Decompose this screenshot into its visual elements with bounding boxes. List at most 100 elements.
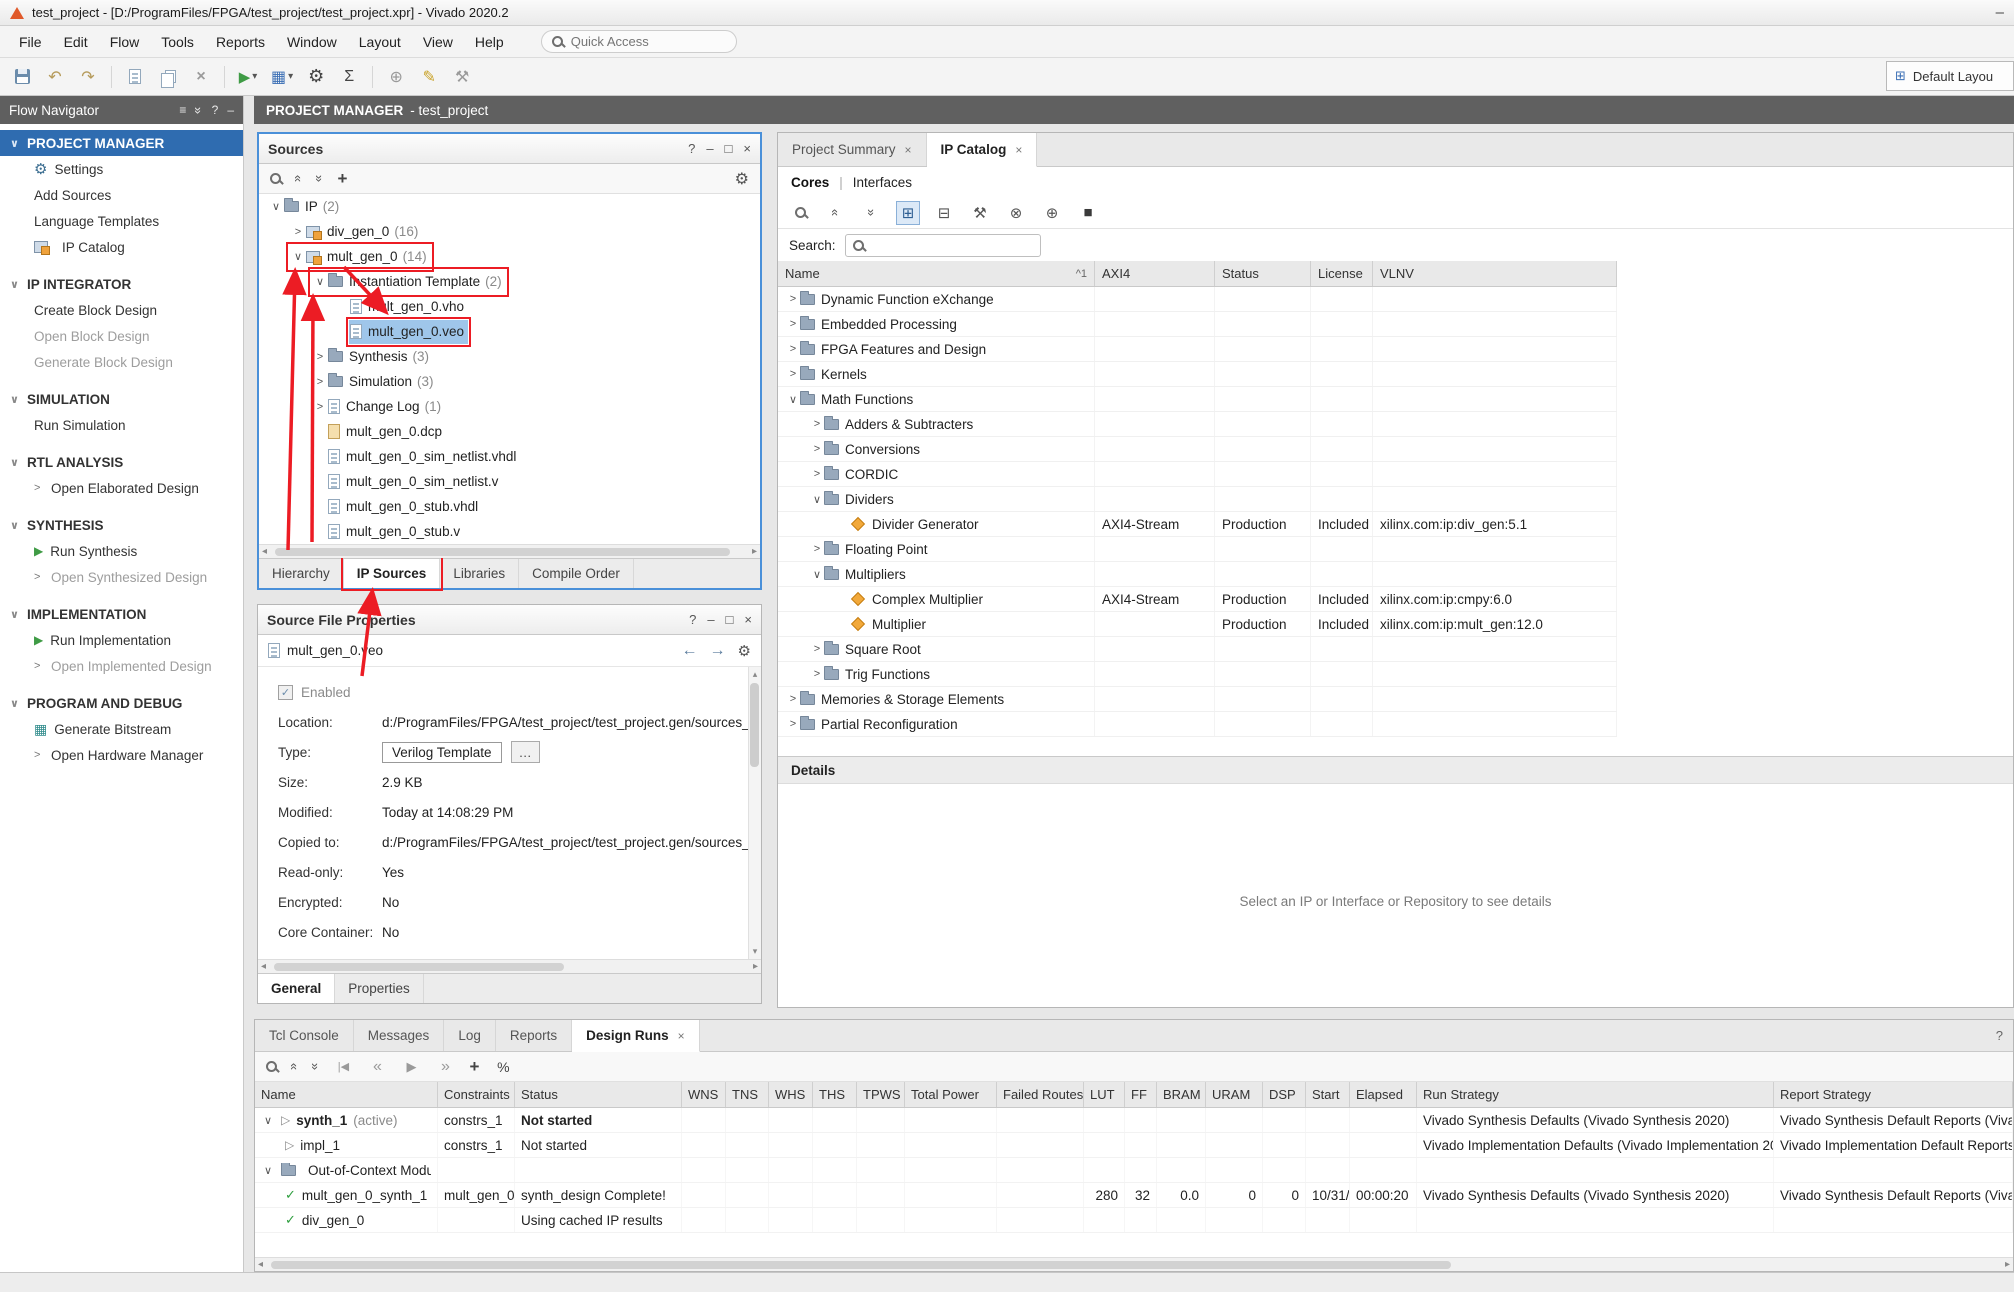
column-status[interactable]: Status bbox=[515, 1082, 682, 1107]
close-icon[interactable]: × bbox=[678, 1029, 685, 1043]
float-icon[interactable]: □ bbox=[725, 141, 733, 156]
customize-wrench-icon[interactable]: ⚒ bbox=[968, 201, 992, 225]
scrollbar-thumb[interactable] bbox=[275, 548, 730, 556]
quick-access-input[interactable] bbox=[571, 34, 701, 49]
flat-view-icon[interactable]: ⊟ bbox=[932, 201, 956, 225]
tab-compile-order[interactable]: Compile Order bbox=[519, 559, 634, 588]
scrollbar-thumb[interactable] bbox=[274, 963, 564, 971]
subnav-cores[interactable]: Cores bbox=[791, 175, 829, 190]
sidebar-section-rtl-analysis[interactable]: ∨RTL ANALYSIS bbox=[0, 449, 243, 475]
add-sources-icon[interactable]: + bbox=[337, 169, 347, 189]
sidebar-item-generate-block-design[interactable]: Generate Block Design bbox=[0, 349, 243, 375]
sidebar-section-ip-integrator[interactable]: ∨IP INTEGRATOR bbox=[0, 271, 243, 297]
sidebar-section-project-manager[interactable]: ∨ PROJECT MANAGER bbox=[0, 130, 243, 156]
close-icon[interactable]: × bbox=[744, 612, 752, 627]
sidebar-item-open-elaborated-design[interactable]: >Open Elaborated Design bbox=[0, 475, 243, 501]
tree-row[interactable]: mult_gen_0.vho bbox=[259, 294, 760, 319]
collapse-all-icon[interactable]: « bbox=[291, 175, 306, 182]
sidebar-item-open-block-design[interactable]: Open Block Design bbox=[0, 323, 243, 349]
tab-messages[interactable]: Messages bbox=[354, 1020, 445, 1051]
sidebar-item-run-synthesis[interactable]: ▶Run Synthesis bbox=[0, 538, 243, 564]
collapse-all-icon[interactable]: « bbox=[287, 1063, 302, 1070]
tree-row[interactable]: >Change Log(1) bbox=[259, 394, 760, 419]
sidebar-item-open-implemented-design[interactable]: >Open Implemented Design bbox=[0, 653, 243, 679]
expand-all-icon[interactable]: » bbox=[192, 106, 207, 113]
target-icon[interactable]: ⊕ bbox=[1040, 201, 1064, 225]
tab-general[interactable]: General bbox=[258, 974, 335, 1003]
tab-ip-catalog[interactable]: IP Catalog× bbox=[927, 133, 1038, 167]
column-vlnv[interactable]: VLNV bbox=[1373, 261, 1617, 286]
horizontal-scrollbar[interactable]: ◂▸ bbox=[258, 959, 761, 973]
scroll-right-icon[interactable]: ▸ bbox=[2005, 1259, 2010, 1270]
catalog-row[interactable]: ∨Multipliers bbox=[778, 562, 1617, 587]
scrollbar-thumb[interactable] bbox=[271, 1261, 1451, 1269]
column-bram[interactable]: BRAM bbox=[1157, 1082, 1206, 1107]
gear-icon[interactable]: ⚙ bbox=[738, 642, 751, 660]
column-lut[interactable]: LUT bbox=[1084, 1082, 1125, 1107]
default-layout-button[interactable]: ⊞ Default Layou bbox=[1886, 61, 2014, 91]
column-uram[interactable]: URAM bbox=[1206, 1082, 1263, 1107]
close-icon[interactable]: × bbox=[905, 143, 912, 157]
column-wns[interactable]: WNS bbox=[682, 1082, 726, 1107]
type-select[interactable]: Verilog Template bbox=[382, 742, 502, 763]
scroll-right-icon[interactable]: ▸ bbox=[752, 546, 757, 557]
column-tns[interactable]: TNS bbox=[726, 1082, 769, 1107]
menu-help[interactable]: Help bbox=[464, 29, 515, 55]
dock-menu-icon[interactable]: ≡ bbox=[179, 103, 186, 118]
collapse-all-icon[interactable]: « bbox=[824, 201, 848, 225]
tree-row[interactable]: mult_gen_0_sim_netlist.vhdl bbox=[259, 444, 760, 469]
tree-row-mult-gen-0-veo[interactable]: mult_gen_0.veo bbox=[259, 319, 760, 344]
forward-icon[interactable]: → bbox=[710, 642, 726, 660]
chevron-right-icon[interactable]: > bbox=[312, 376, 328, 388]
menu-file[interactable]: File bbox=[8, 29, 53, 55]
menu-flow[interactable]: Flow bbox=[99, 29, 151, 55]
chevron-down-icon[interactable]: ∨ bbox=[312, 275, 328, 288]
sidebar-section-implementation[interactable]: ∨IMPLEMENTATION bbox=[0, 601, 243, 627]
catalog-row-multiplier[interactable]: MultiplierProductionIncludedxilinx.com:i… bbox=[778, 612, 1617, 637]
expand-all-icon[interactable]: » bbox=[312, 175, 327, 182]
sidebar-item-open-hardware-manager[interactable]: >Open Hardware Manager bbox=[0, 742, 243, 768]
tab-design-runs[interactable]: Design Runs× bbox=[572, 1020, 700, 1052]
menu-view[interactable]: View bbox=[412, 29, 464, 55]
tab-project-summary[interactable]: Project Summary× bbox=[778, 133, 927, 166]
properties-panel-header[interactable]: Source File Properties ? – □ × bbox=[258, 605, 761, 635]
expand-all-icon[interactable]: » bbox=[860, 201, 884, 225]
chevron-right-icon[interactable]: > bbox=[312, 401, 328, 413]
sidebar-section-synthesis[interactable]: ∨SYNTHESIS bbox=[0, 512, 243, 538]
catalog-row-divider-generator[interactable]: Divider GeneratorAXI4-StreamProductionIn… bbox=[778, 512, 1617, 537]
next-run-icon[interactable]: » bbox=[435, 1056, 455, 1078]
catalog-search-input[interactable] bbox=[871, 238, 1021, 253]
subnav-interfaces[interactable]: Interfaces bbox=[853, 175, 912, 190]
horizontal-scrollbar[interactable]: ◂▸ bbox=[259, 544, 760, 558]
tree-row[interactable]: >Simulation(3) bbox=[259, 369, 760, 394]
scrollbar-thumb[interactable] bbox=[750, 683, 759, 767]
redo-icon[interactable]: ↷ bbox=[78, 66, 98, 88]
tree-row[interactable]: mult_gen_0_stub.v bbox=[259, 519, 760, 544]
catalog-row[interactable]: >Memories & Storage Elements bbox=[778, 687, 1617, 712]
settings-gear-icon[interactable]: ⚙ bbox=[306, 66, 326, 88]
scroll-left-icon[interactable]: ◂ bbox=[262, 546, 267, 557]
launch-runs-icon[interactable]: ▶ bbox=[401, 1056, 421, 1078]
sidebar-item-run-implementation[interactable]: ▶Run Implementation bbox=[0, 627, 243, 653]
menu-reports[interactable]: Reports bbox=[205, 29, 276, 55]
catalog-row[interactable]: >Partial Reconfiguration bbox=[778, 712, 1617, 737]
catalog-row[interactable]: ∨Math Functions bbox=[778, 387, 1617, 412]
help-icon[interactable]: ? bbox=[688, 141, 695, 156]
close-icon[interactable]: × bbox=[1015, 143, 1022, 157]
enabled-checkbox[interactable]: ✓ bbox=[278, 685, 293, 700]
hide-icon[interactable]: – bbox=[227, 103, 234, 118]
catalog-row[interactable]: >FPGA Features and Design bbox=[778, 337, 1617, 362]
tab-libraries[interactable]: Libraries bbox=[440, 559, 519, 588]
catalog-search-box[interactable] bbox=[845, 234, 1041, 257]
help-icon[interactable]: ? bbox=[689, 612, 696, 627]
gear-icon[interactable]: ⚙ bbox=[735, 169, 749, 189]
layout-grid-icon[interactable]: ▦▾ bbox=[271, 66, 293, 88]
column-failed-routes[interactable]: Failed Routes bbox=[997, 1082, 1084, 1107]
scroll-down-icon[interactable]: ▾ bbox=[753, 946, 758, 957]
search-icon[interactable] bbox=[266, 1061, 277, 1072]
column-run-strategy[interactable]: Run Strategy bbox=[1417, 1082, 1774, 1107]
sigma-icon[interactable]: Σ bbox=[339, 66, 359, 88]
catalog-row[interactable]: >CORDIC bbox=[778, 462, 1617, 487]
copy-icon[interactable] bbox=[158, 66, 178, 88]
scroll-right-icon[interactable]: ▸ bbox=[753, 961, 758, 972]
